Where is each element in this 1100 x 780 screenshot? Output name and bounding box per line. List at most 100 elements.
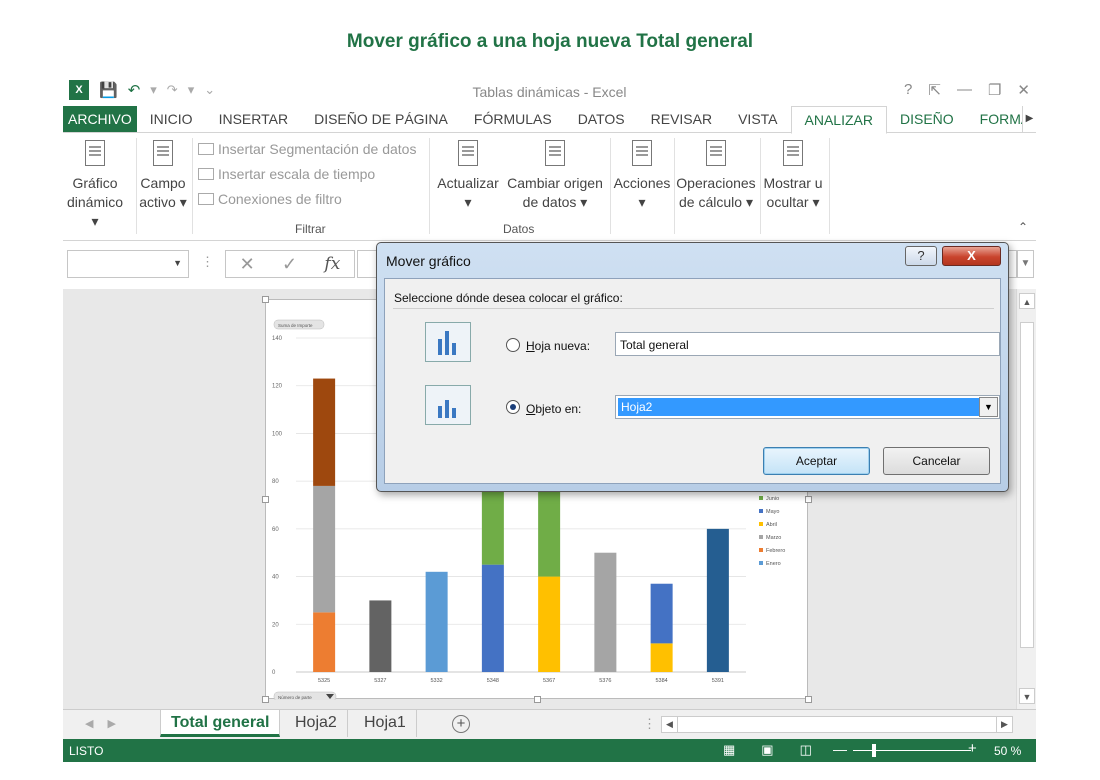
tab-revisar[interactable]: REVISAR — [638, 106, 725, 132]
object-in-radio[interactable] — [506, 400, 520, 414]
legend-label: Junio — [766, 496, 779, 502]
restore-icon[interactable]: ❐ — [988, 81, 1001, 99]
sheet-tab-hoja2[interactable]: Hoja2 — [285, 710, 348, 737]
x-tick-label: 5348 — [487, 678, 499, 684]
dialog-help-button[interactable]: ? — [905, 246, 937, 266]
zoom-level[interactable]: 50 % — [994, 744, 1021, 758]
enter-entry-icon[interactable]: ✓ — [282, 254, 297, 275]
legend-label: Febrero — [766, 548, 785, 554]
slicer-icon — [198, 143, 214, 155]
scroll-left-icon[interactable]: ◀ — [662, 717, 678, 732]
ribbon-display-icon[interactable]: ⇱ — [928, 81, 941, 99]
grafico-dinamico-button[interactable]: Gráfico dinámico ▾ — [65, 138, 125, 231]
help-icon[interactable]: ? — [904, 81, 912, 99]
actualizar-button[interactable]: Actualizar ▾ — [435, 138, 501, 212]
scrollbar-thumb[interactable] — [1020, 322, 1034, 648]
legend-swatch — [759, 548, 763, 552]
tab-inicio[interactable]: INICIO — [137, 106, 206, 132]
expand-formula-bar-icon[interactable]: ▼ — [1017, 250, 1034, 278]
ribbon-separator — [829, 138, 830, 234]
scroll-right-icon[interactable]: ▶ — [996, 717, 1012, 732]
dialog-prompt: Seleccione dónde desea colocar el gráfic… — [394, 291, 623, 305]
campo-activo-label-2: activo ▾ — [139, 194, 187, 210]
insert-function-icon[interactable]: fx — [324, 254, 340, 274]
page-layout-view-icon[interactable]: ▣ — [761, 742, 773, 758]
cancel-button[interactable]: Cancelar — [883, 447, 990, 475]
collapse-ribbon-icon[interactable]: ⌃ — [1018, 220, 1028, 234]
ribbon-separator — [192, 138, 193, 234]
actions-icon — [628, 138, 656, 170]
filter-connections-icon — [198, 193, 214, 205]
operaciones-calculo-button[interactable]: Operaciones de cálculo ▾ — [675, 138, 757, 212]
dialog-title: Mover gráfico — [386, 253, 471, 269]
new-sheet-name-input[interactable]: Total general — [615, 332, 1000, 356]
zoom-out-button[interactable]: — — [833, 741, 847, 757]
sheet-tab-total-general[interactable]: Total general — [160, 710, 281, 737]
name-box-dropdown-icon[interactable]: ▼ — [173, 258, 182, 268]
insertar-escala-tiempo-button[interactable]: Insertar escala de tiempo — [198, 166, 375, 182]
scroll-down-icon[interactable]: ▼ — [1019, 688, 1035, 704]
tab-diseno[interactable]: DISEÑO — [887, 106, 967, 132]
group-label-filtrar: Filtrar — [295, 222, 326, 236]
y-tick-label: 100 — [272, 431, 283, 437]
conexiones-filtro-button[interactable]: Conexiones de filtro — [198, 191, 342, 207]
accept-button[interactable]: Aceptar — [763, 447, 870, 475]
tab-analizar[interactable]: ANALIZAR — [790, 106, 887, 134]
chart-bar — [594, 552, 617, 672]
chart-bar — [313, 612, 336, 672]
tab-datos[interactable]: DATOS — [565, 106, 638, 132]
x-tick-label: 5384 — [656, 678, 668, 684]
insertar-segmentacion-button[interactable]: Insertar Segmentación de datos — [198, 141, 416, 157]
tab-archivo[interactable]: ARCHIVO — [63, 106, 137, 132]
x-tick-label: 5325 — [318, 678, 330, 684]
resize-handle[interactable] — [262, 696, 269, 703]
resize-handle[interactable] — [262, 496, 269, 503]
mostrar-ocultar-button[interactable]: Mostrar u ocultar ▾ — [761, 138, 825, 212]
resize-handle[interactable] — [805, 696, 812, 703]
cancel-entry-icon[interactable]: ✕ — [240, 254, 255, 275]
show-hide-icon — [779, 138, 807, 170]
minimize-icon[interactable]: — — [957, 81, 972, 99]
object-in-label-text: bjeto en: — [535, 402, 582, 416]
insertar-escala-tiempo-label: Insertar escala de tiempo — [218, 166, 376, 182]
tab-vista[interactable]: VISTA — [725, 106, 790, 132]
scroll-up-icon[interactable]: ▲ — [1019, 293, 1035, 309]
name-box[interactable]: ▼ — [67, 250, 189, 278]
close-icon[interactable]: ✕ — [1017, 81, 1030, 99]
x-tick-label: 5367 — [543, 678, 555, 684]
sheet-tabs-bar: ◀▶ Total general Hoja2 Hoja1 + ⋮ ◀ ▶ — [63, 709, 1036, 739]
normal-view-icon[interactable]: ▦ — [723, 742, 735, 758]
sheet-nav-arrows-icon[interactable]: ◀▶ — [85, 717, 130, 730]
new-sheet-hotkey: H — [526, 339, 535, 353]
sheet-tab-hoja1[interactable]: Hoja1 — [354, 710, 417, 737]
tab-scroll-right-icon[interactable]: ▶ — [1022, 106, 1036, 132]
ribbon-separator — [136, 138, 137, 234]
object-in-select[interactable]: Hoja2 ▼ — [615, 395, 1000, 419]
tab-formulas[interactable]: FÓRMULAS — [461, 106, 565, 132]
object-in-dropdown-icon[interactable]: ▼ — [979, 397, 998, 417]
zoom-slider-thumb[interactable] — [872, 744, 876, 757]
actualizar-label: Actualizar — [437, 175, 499, 191]
new-sheet-button[interactable]: + — [452, 715, 470, 733]
vertical-scrollbar[interactable]: ▲ ▼ — [1016, 289, 1036, 709]
resize-handle[interactable] — [805, 496, 812, 503]
tab-split-grip-icon[interactable]: ⋮ — [643, 716, 656, 732]
acciones-label: Acciones — [613, 175, 671, 191]
ribbon-separator — [610, 138, 611, 234]
tab-diseno-pagina[interactable]: DISEÑO DE PÁGINA — [301, 106, 461, 132]
acciones-button[interactable]: Acciones ▾ — [612, 138, 672, 212]
new-sheet-radio[interactable] — [506, 338, 520, 352]
zoom-slider[interactable] — [853, 750, 971, 751]
x-tick-label: 5391 — [712, 678, 724, 684]
resize-handle[interactable] — [262, 296, 269, 303]
tab-insertar[interactable]: INSERTAR — [206, 106, 302, 132]
page-break-view-icon[interactable]: ◫ — [800, 742, 812, 758]
cambiar-origen-button[interactable]: Cambiar origen de datos ▾ — [504, 138, 606, 212]
campo-activo-button[interactable]: Campo activo ▾ — [138, 138, 188, 212]
chart-bar — [481, 564, 504, 672]
horizontal-scrollbar[interactable]: ◀ ▶ — [661, 716, 1013, 733]
resize-handle[interactable] — [534, 696, 541, 703]
ribbon: Gráfico dinámico ▾ Campo activo ▾ Insert… — [63, 134, 1036, 241]
dialog-close-button[interactable]: X — [942, 246, 1001, 266]
zoom-in-button[interactable]: + — [968, 740, 977, 757]
